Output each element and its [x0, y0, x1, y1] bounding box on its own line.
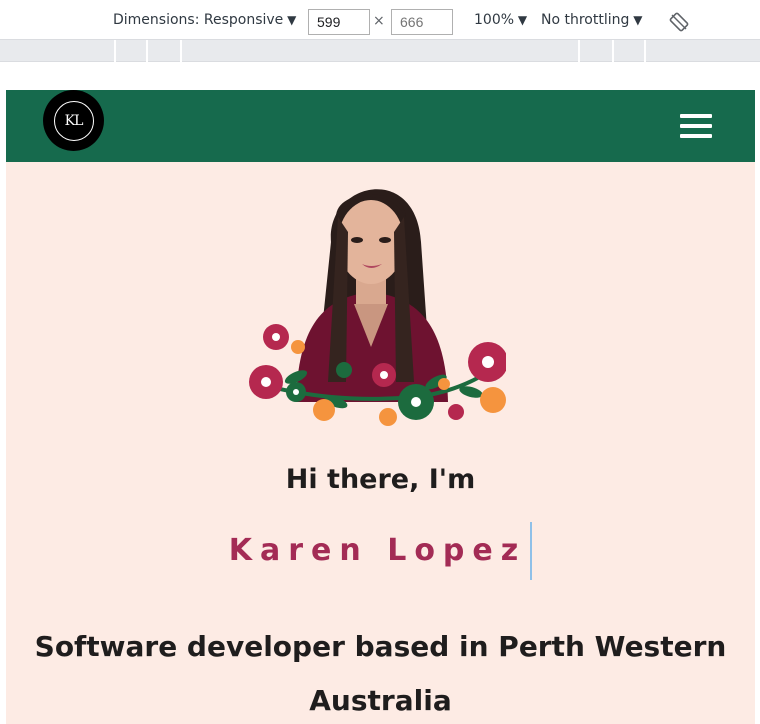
media-query-ruler[interactable]: [0, 40, 760, 62]
zoom-dropdown[interactable]: 100%: [474, 12, 527, 28]
name-container: Karen Lopez: [6, 522, 755, 580]
greeting-heading: Hi there, I'm: [285, 464, 476, 495]
width-input[interactable]: [308, 9, 370, 35]
ruler-tick: [146, 40, 148, 62]
height-input[interactable]: [391, 9, 453, 35]
rotate-icon[interactable]: [669, 12, 689, 32]
site-logo[interactable]: KL: [43, 90, 104, 151]
dimension-separator: ×: [373, 13, 385, 29]
throttling-dropdown[interactable]: No throttling: [541, 12, 642, 28]
logo-monogram: KL: [53, 100, 94, 141]
ruler-tick: [612, 40, 614, 62]
site-navbar: KL: [6, 90, 755, 162]
ruler-tick: [180, 40, 182, 62]
ruler-tick: [644, 40, 646, 62]
page-viewport: KL Hi there, I'm Karen Lopez Software de…: [6, 90, 755, 724]
ruler-tick: [578, 40, 580, 62]
avatar-illustration: [249, 189, 506, 426]
tagline-heading: Software developer based in Perth Wester…: [34, 630, 727, 717]
hamburger-menu-icon[interactable]: [680, 114, 712, 138]
ruler-tick: [114, 40, 116, 62]
devtools-device-toolbar: Dimensions: Responsive × 100% No throttl…: [0, 0, 760, 40]
name-typewriter: Karen Lopez: [229, 522, 533, 580]
dimensions-dropdown[interactable]: Dimensions: Responsive: [113, 12, 296, 28]
